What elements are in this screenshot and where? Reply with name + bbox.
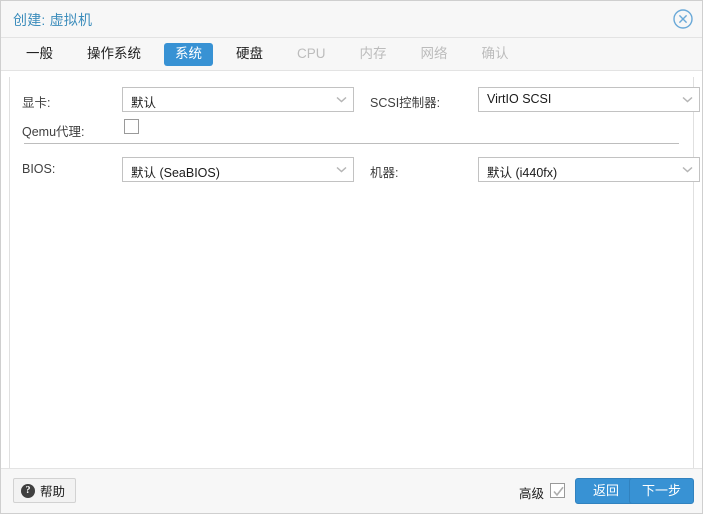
graphic-card-label: 显卡: xyxy=(22,96,51,110)
machine-value: 默认 (i440fx) xyxy=(487,166,558,180)
create-vm-dialog: 创建: 虚拟机 一般 操作系统 系统 硬盘 CPU 内存 网络 确认 显卡: 默… xyxy=(0,0,703,514)
chevron-down-icon xyxy=(336,96,347,103)
field-group-graphic-card: 显卡: 默认 xyxy=(10,87,360,113)
dialog-footer: ? 帮助 高级 返回 下一步 xyxy=(1,468,702,513)
chevron-down-icon xyxy=(682,166,693,173)
tab-os[interactable]: 操作系统 xyxy=(76,43,152,66)
close-icon[interactable] xyxy=(672,8,694,30)
dialog-body: 显卡: 默认 SCSI控制器: VirtIO SCSI Qemu代理: BIOS… xyxy=(1,71,702,468)
bios-label: BIOS: xyxy=(22,162,56,176)
tab-hard-disk[interactable]: 硬盘 xyxy=(225,43,274,66)
bios-value: 默认 (SeaBIOS) xyxy=(131,166,220,180)
question-mark-circle-icon: ? xyxy=(21,483,35,498)
qemu-agent-label: Qemu代理: xyxy=(22,125,85,139)
dialog-title: 创建: 虚拟机 xyxy=(13,12,93,28)
tab-general[interactable]: 一般 xyxy=(15,43,64,66)
advanced-checkbox[interactable] xyxy=(550,483,565,498)
scsi-controller-label: SCSI控制器: xyxy=(370,96,441,110)
section-divider xyxy=(24,143,679,144)
tab-network: 网络 xyxy=(420,45,448,61)
form-row-graphics-scsi: 显卡: 默认 SCSI控制器: VirtIO SCSI xyxy=(10,87,700,113)
graphic-card-select[interactable]: 默认 xyxy=(122,87,354,112)
scsi-controller-select[interactable]: VirtIO SCSI xyxy=(478,87,700,112)
scsi-controller-value: VirtIO SCSI xyxy=(487,92,552,106)
graphic-card-value: 默认 xyxy=(131,96,157,110)
tab-system[interactable]: 系统 xyxy=(164,42,213,66)
bios-select[interactable]: 默认 (SeaBIOS) xyxy=(122,157,354,182)
form-row-bios-machine: BIOS: 默认 (SeaBIOS) 机器: 默认 (i440fx) xyxy=(10,157,700,183)
back-button[interactable]: 返回 xyxy=(575,478,637,504)
qemu-agent-checkbox[interactable] xyxy=(124,119,139,134)
chevron-down-icon xyxy=(682,96,693,103)
wizard-tabbar: 一般 操作系统 系统 硬盘 CPU 内存 网络 确认 xyxy=(1,38,702,71)
next-button[interactable]: 下一步 xyxy=(628,478,694,504)
help-button-label: 帮助 xyxy=(40,485,66,499)
system-settings-panel: 显卡: 默认 SCSI控制器: VirtIO SCSI Qemu代理: BIOS… xyxy=(9,77,700,468)
field-group-qemu-agent: Qemu代理: xyxy=(10,116,360,142)
field-group-machine: 机器: 默认 (i440fx) xyxy=(360,157,703,183)
form-row-qemu-agent: Qemu代理: xyxy=(10,116,693,142)
dialog-titlebar: 创建: 虚拟机 xyxy=(1,1,702,38)
field-group-bios: BIOS: 默认 (SeaBIOS) xyxy=(10,157,360,183)
chevron-down-icon xyxy=(336,166,347,173)
machine-label: 机器: xyxy=(370,166,399,180)
tab-confirm: 确认 xyxy=(481,45,509,61)
tab-cpu: CPU xyxy=(297,45,326,61)
help-button[interactable]: ? 帮助 xyxy=(13,478,77,503)
tab-memory: 内存 xyxy=(359,45,387,61)
machine-select[interactable]: 默认 (i440fx) xyxy=(478,157,700,182)
advanced-label: 高级 xyxy=(518,487,544,501)
field-group-scsi-controller: SCSI控制器: VirtIO SCSI xyxy=(360,87,703,113)
